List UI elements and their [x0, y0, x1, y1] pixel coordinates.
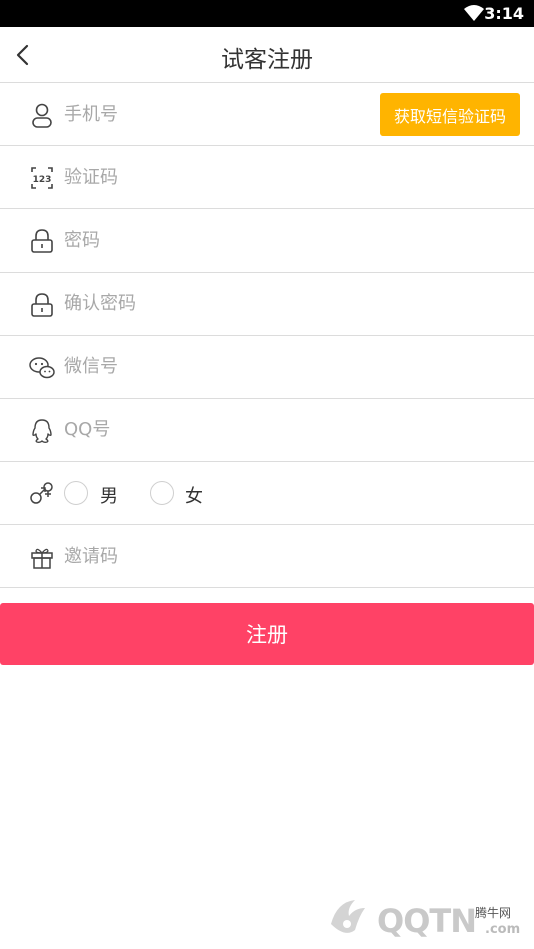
lock-icon	[31, 292, 53, 317]
gender-icon	[30, 482, 53, 504]
code-row: 123	[0, 145, 534, 208]
gender-row: 男 女	[0, 461, 534, 524]
watermark-logo-icon	[331, 900, 365, 933]
watermark-domain: .com	[485, 922, 521, 937]
gift-icon	[31, 549, 53, 570]
invite-code-input[interactable]	[64, 539, 364, 574]
phone-row: 获取短信验证码	[0, 82, 534, 145]
male-label[interactable]: 男	[100, 482, 118, 508]
status-bar: 3:14	[0, 0, 534, 27]
sms-code-input[interactable]	[64, 160, 364, 195]
watermark-cn-name: 腾牛网	[475, 906, 512, 920]
register-form: 获取短信验证码 123	[0, 82, 534, 588]
password-input[interactable]	[64, 223, 364, 258]
qq-row	[0, 397, 534, 461]
male-radio[interactable]	[64, 481, 88, 506]
password-row	[0, 208, 534, 271]
confirm-password-input[interactable]	[64, 286, 364, 321]
phone-input[interactable]	[64, 97, 364, 131]
watermark-brand: QQTN	[377, 902, 477, 940]
wechat-input[interactable]	[64, 349, 364, 384]
invite-row	[0, 524, 534, 588]
page-title: 试客注册	[221, 47, 313, 73]
title-bar: 试客注册	[0, 27, 534, 82]
get-sms-code-button[interactable]: 获取短信验证码	[380, 93, 520, 136]
svg-text:123: 123	[33, 175, 52, 185]
user-icon	[32, 103, 52, 128]
female-label[interactable]: 女	[185, 482, 203, 508]
qq-input[interactable]	[64, 412, 364, 447]
female-radio[interactable]	[150, 481, 174, 506]
wechat-row	[0, 334, 534, 398]
numeric-code-icon: 123	[31, 167, 53, 189]
qq-icon	[32, 419, 52, 443]
lock-icon	[31, 229, 53, 254]
watermark: QQTN 腾牛网 .com	[325, 892, 530, 947]
wechat-icon	[29, 357, 55, 378]
confirm-password-row	[0, 271, 534, 335]
wifi-icon	[464, 5, 484, 21]
register-button[interactable]: 注册	[0, 603, 534, 665]
status-time: 3:14	[484, 4, 524, 23]
